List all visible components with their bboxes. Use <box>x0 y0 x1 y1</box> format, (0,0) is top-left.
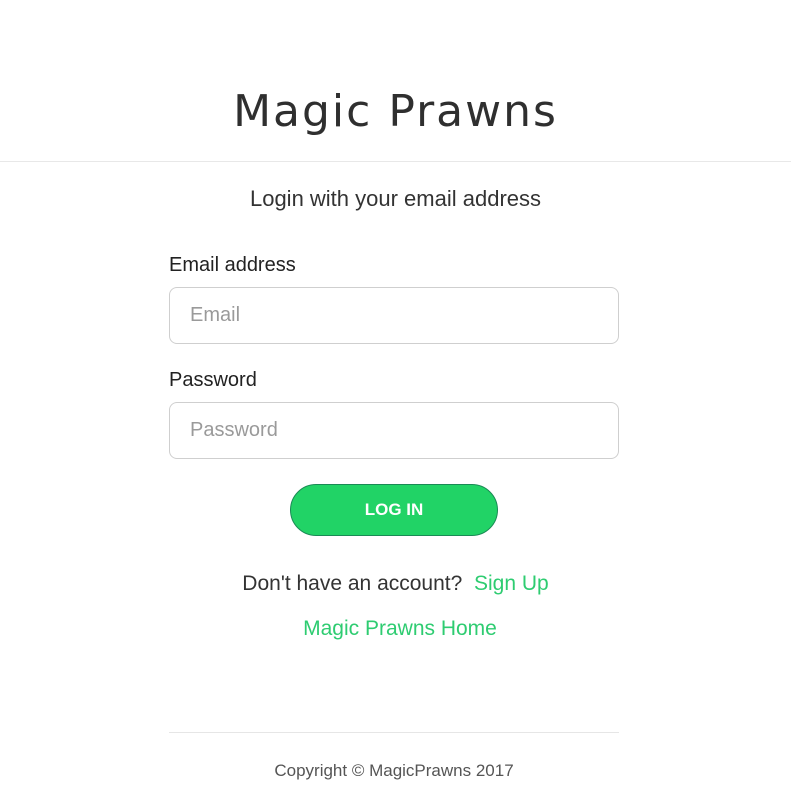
signup-link[interactable]: Sign Up <box>474 572 549 595</box>
signup-row: Don't have an account? Sign Up <box>0 570 791 598</box>
signup-prompt: Don't have an account? <box>242 572 463 595</box>
password-label: Password <box>169 369 257 391</box>
email-label: Email address <box>169 254 296 276</box>
login-subtitle: Login with your email address <box>249 186 542 211</box>
copyright-text: Copyright © MagicPrawns 2017 <box>274 761 514 780</box>
brand-title: Magic Prawns <box>233 86 558 137</box>
page-header: Magic Prawns <box>0 0 791 162</box>
login-button[interactable]: LOG IN <box>290 484 498 536</box>
home-link-row: Magic Prawns Home <box>0 615 791 643</box>
footer-divider <box>169 732 619 733</box>
email-field[interactable] <box>169 287 619 344</box>
home-link[interactable]: Magic Prawns Home <box>303 617 497 640</box>
password-field[interactable] <box>169 402 619 459</box>
